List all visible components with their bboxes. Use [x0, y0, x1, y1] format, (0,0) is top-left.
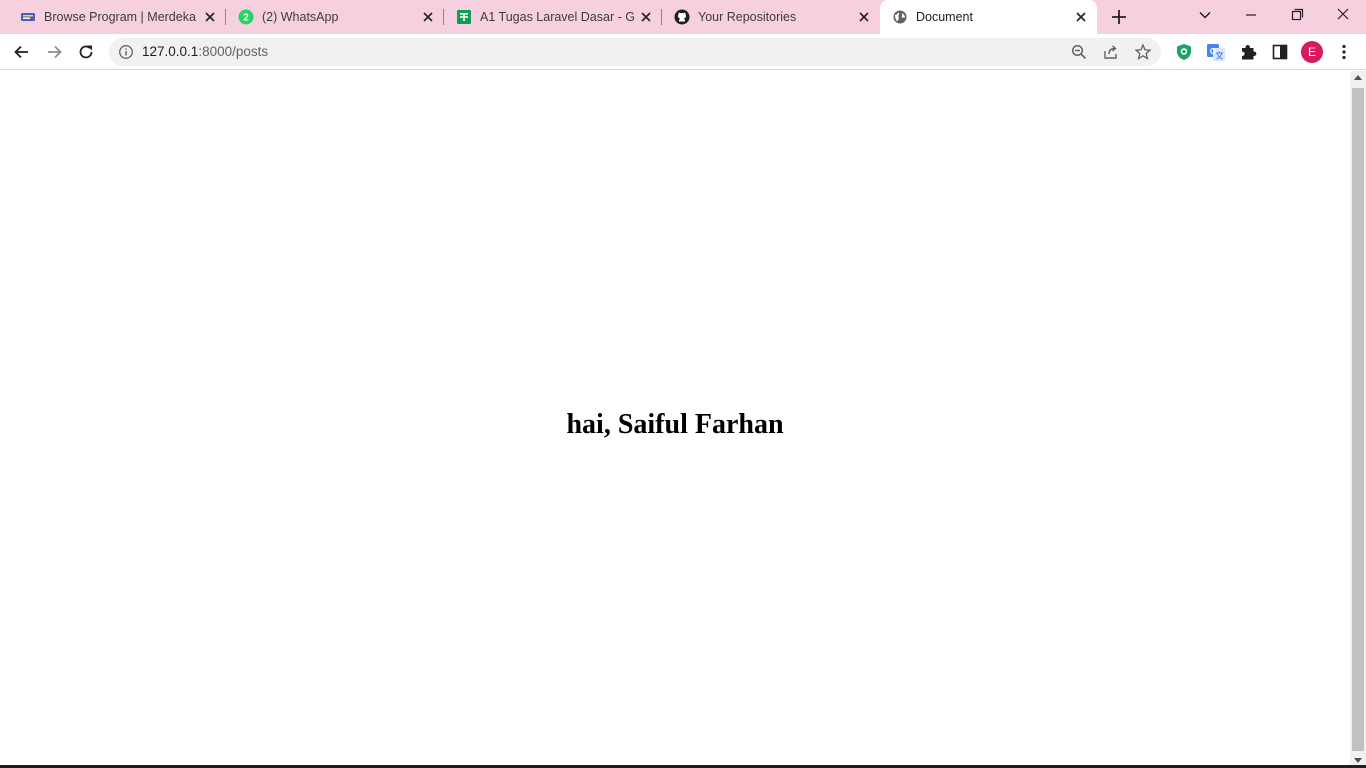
- scroll-up-arrow-icon[interactable]: [1354, 75, 1362, 80]
- close-tab-icon[interactable]: [856, 9, 872, 25]
- side-panel-icon[interactable]: [1270, 42, 1290, 62]
- url-path: :8000/posts: [198, 44, 269, 59]
- google-sheets-favicon: [457, 10, 471, 24]
- close-tab-icon[interactable]: [1073, 9, 1089, 25]
- tab-google-sheets[interactable]: A1 Tugas Laravel Dasar - Goo: [444, 0, 662, 34]
- tab-title: Your Repositories: [698, 10, 797, 24]
- avatar[interactable]: E: [1301, 41, 1323, 63]
- site-info-icon[interactable]: [118, 44, 134, 60]
- globe-icon: [893, 10, 907, 24]
- close-tab-icon[interactable]: [202, 9, 218, 25]
- extensions-puzzle-icon[interactable]: [1238, 42, 1258, 62]
- minimize-icon[interactable]: [1238, 4, 1264, 26]
- zoom-icon[interactable]: [1070, 43, 1088, 61]
- address-bar[interactable]: 127.0.0.1:8000/posts: [109, 38, 1161, 66]
- page-viewport: hai, Saiful Farhan: [0, 71, 1350, 768]
- scroll-thumb[interactable]: [1352, 88, 1364, 751]
- new-tab-icon[interactable]: [1109, 7, 1129, 27]
- share-icon[interactable]: [1102, 43, 1120, 61]
- google-translate-icon[interactable]: G: [1206, 42, 1226, 62]
- reload-icon[interactable]: [76, 42, 96, 62]
- url-host: 127.0.0.1: [142, 44, 199, 59]
- url-text[interactable]: 127.0.0.1:8000/posts: [142, 44, 268, 60]
- tab-strip: Browse Program | Merdeka B 2 (2) WhatsAp…: [0, 0, 1366, 34]
- back-arrow-icon[interactable]: [12, 42, 32, 62]
- restore-icon[interactable]: [1284, 4, 1310, 26]
- forward-arrow-icon[interactable]: [44, 42, 64, 62]
- whatsapp-favicon: 2: [238, 9, 254, 25]
- shield-extension-icon[interactable]: [1174, 42, 1194, 62]
- svg-text:2: 2: [243, 13, 249, 24]
- tab-title: Document: [916, 10, 973, 24]
- close-window-icon[interactable]: [1330, 4, 1356, 26]
- merdeka-favicon: [21, 13, 35, 21]
- tab-merdeka[interactable]: Browse Program | Merdeka B: [8, 0, 226, 34]
- tab-github[interactable]: Your Repositories: [662, 0, 880, 34]
- vertical-scrollbar[interactable]: [1350, 71, 1366, 768]
- tab-title: (2) WhatsApp: [262, 10, 339, 24]
- tab-title: Browse Program | Merdeka B: [44, 10, 196, 24]
- svg-text:G: G: [1210, 47, 1216, 56]
- tab-document[interactable]: Document: [880, 0, 1097, 34]
- browser-toolbar: 127.0.0.1:8000/posts G E: [0, 34, 1366, 70]
- tab-whatsapp[interactable]: 2 (2) WhatsApp: [226, 0, 444, 34]
- github-favicon: [674, 9, 690, 25]
- close-tab-icon[interactable]: [420, 9, 436, 25]
- close-tab-icon[interactable]: [638, 9, 654, 25]
- bookmark-star-icon[interactable]: [1134, 43, 1152, 61]
- chevron-down-icon[interactable]: [1196, 6, 1214, 24]
- page-heading: hai, Saiful Farhan: [566, 409, 784, 440]
- scroll-down-arrow-icon[interactable]: [1354, 758, 1362, 763]
- tab-title: A1 Tugas Laravel Dasar - Goo: [480, 10, 634, 24]
- more-menu-icon[interactable]: [1334, 42, 1354, 62]
